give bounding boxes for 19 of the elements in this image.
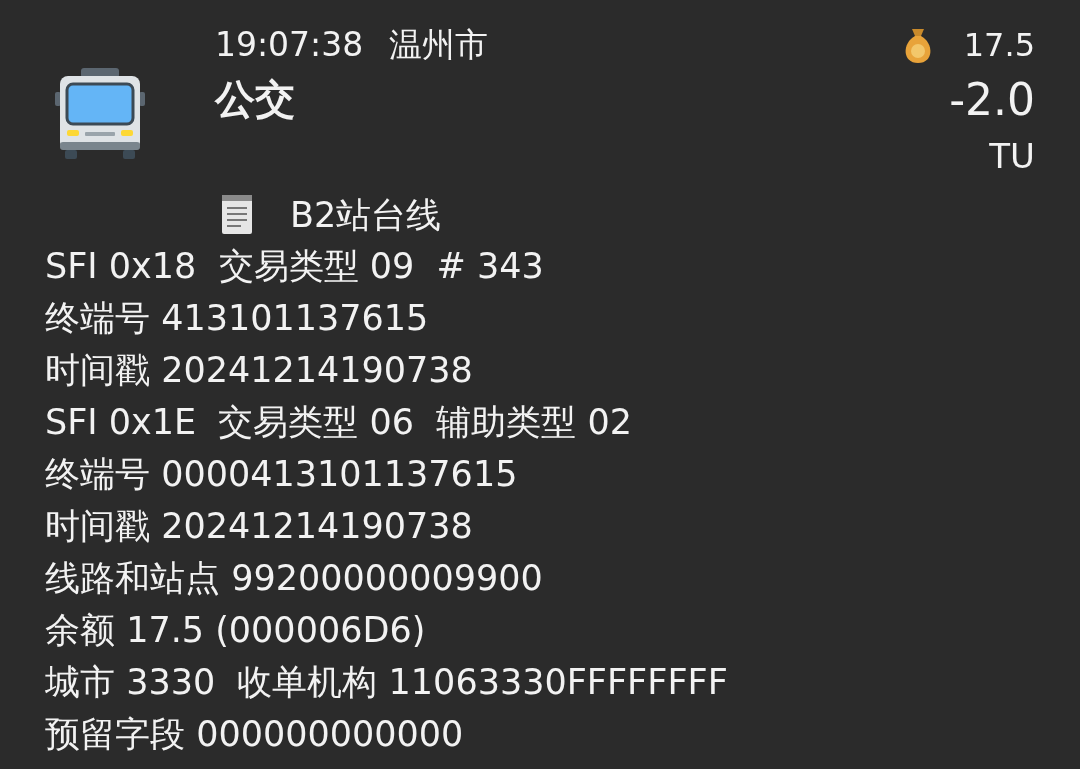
time-text: 19:07:38 — [215, 24, 364, 66]
amount-text: -2.0 — [949, 73, 1035, 127]
transport-type: 公交 — [215, 75, 296, 124]
note-text: B2站台线 — [290, 193, 442, 237]
city-text: 温州市 — [389, 24, 489, 66]
record-line: 终端号 413101137615 — [44, 297, 430, 340]
balance-text: 17.5 — [963, 26, 1035, 64]
bus-icon — [55, 68, 145, 160]
record-line: SFI 0x18 交易类型 09 # 343 — [44, 245, 545, 288]
record-line: 终端号 0000413101137615 — [44, 453, 519, 496]
notepad-icon — [220, 195, 254, 235]
currency-text: TU — [989, 135, 1035, 178]
record-line: 时间戳 20241214190738 — [44, 349, 474, 392]
record-line: SFI 0x1E 交易类型 06 辅助类型 02 — [44, 401, 633, 444]
record-line: 时间戳 20241214190738 — [44, 505, 474, 548]
record-line: 城市 3330 收单机构 11063330FFFFFFFF — [44, 661, 729, 704]
record-line: 余额 17.5 (000006D6) — [44, 609, 427, 652]
record-line: 线路和站点 99200000009900 — [44, 557, 544, 600]
record-line: 预留字段 000000000000 — [44, 713, 465, 756]
